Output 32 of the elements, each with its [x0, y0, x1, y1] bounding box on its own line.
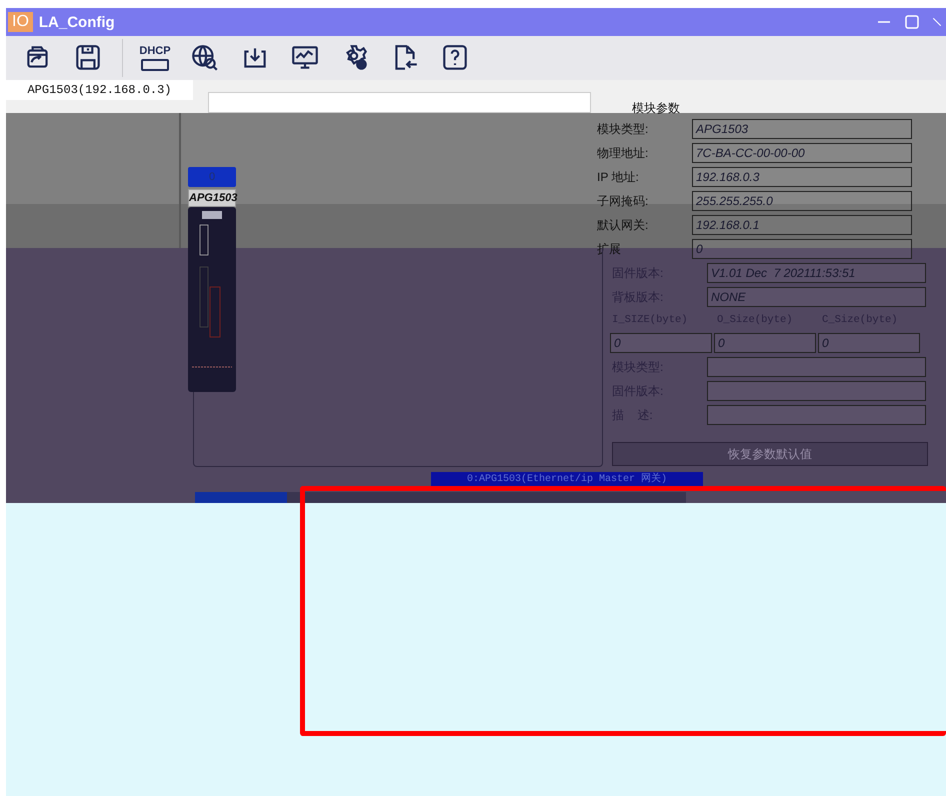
input-field[interactable]: 192.168.0.3	[692, 167, 912, 187]
slot-number: 0	[188, 167, 236, 187]
input-field[interactable]: 192.168.0.1	[692, 215, 912, 235]
save-icon	[73, 43, 103, 73]
input-field[interactable]: 0	[818, 333, 920, 353]
input-field[interactable]: V1.01 Dec 7 202111:53:51	[707, 263, 926, 283]
module-name: APG1503	[188, 189, 236, 207]
field-label: 子网掩码:	[597, 192, 650, 210]
maximize-icon[interactable]	[904, 14, 920, 30]
tab[interactable]: APG1503(192.168.0.3)	[6, 80, 193, 100]
field-label: 默认网关:	[597, 216, 650, 234]
device-status-label: 0:APG1503(Ethernet/ip Master 网关)	[431, 472, 703, 487]
input-field[interactable]	[707, 381, 926, 401]
input-field[interactable]: APG1503	[692, 119, 912, 139]
group-title: 模块参数	[632, 100, 680, 117]
app-logo: IO	[8, 12, 33, 32]
field-label: IP 地址:	[597, 168, 640, 186]
help-icon	[440, 43, 470, 73]
input-field[interactable]: 0	[692, 239, 912, 259]
input-field[interactable]	[707, 357, 926, 377]
input-field[interactable]	[707, 405, 926, 425]
input-field[interactable]: 0	[610, 333, 712, 353]
input-field[interactable]: 7C-BA-CC-00-00-00	[692, 143, 912, 163]
window-title: LA_Config	[38, 14, 115, 30]
input-field[interactable]: 255.255.255.0	[692, 191, 912, 211]
input-field[interactable]: 0	[714, 333, 816, 353]
input-field[interactable]: NONE	[707, 287, 926, 307]
reset-defaults-button[interactable]: 恢复参数默认值	[612, 442, 928, 466]
dhcp-button[interactable]: DHCP	[133, 38, 177, 78]
field-label: 物理地址:	[597, 144, 650, 162]
globe-search-icon	[190, 43, 220, 73]
field-label: 模块类型:	[597, 120, 650, 138]
